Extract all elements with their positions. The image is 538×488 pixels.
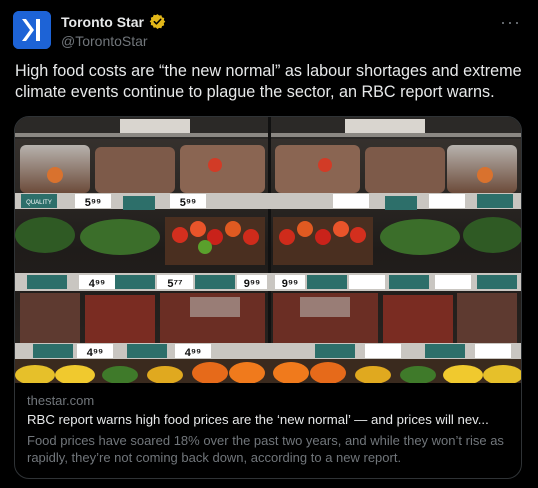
card-meta[interactable]: thestar.com RBC report warns high food p… [15, 383, 521, 478]
toronto-star-logo-icon [13, 11, 51, 49]
bottom-peppers [15, 359, 521, 383]
link-card[interactable]: QUALITY 5⁹⁹ 5⁹⁹ 4⁹⁹ 5⁷⁷ 9⁹⁹ 9⁹⁹ 4⁹⁹ 4⁹⁹ … [14, 116, 522, 479]
svg-text:4⁹⁹: 4⁹⁹ [89, 278, 106, 290]
card-domain: thestar.com [27, 393, 95, 408]
svg-text:4⁹⁹: 4⁹⁹ [87, 347, 104, 359]
svg-text:QUALITY: QUALITY [26, 200, 52, 206]
author-name[interactable]: Toronto Star [61, 14, 144, 30]
card-image[interactable]: QUALITY 5⁹⁹ 5⁹⁹ 4⁹⁹ 5⁷⁷ 9⁹⁹ 9⁹⁹ 4⁹⁹ 4⁹⁹ [15, 117, 521, 383]
card-description: Food prices have soared 18% over the pas… [27, 433, 504, 465]
svg-text:5⁷⁷: 5⁷⁷ [167, 278, 183, 290]
svg-text:5⁹⁹: 5⁹⁹ [85, 197, 102, 209]
card-title[interactable]: RBC report warns high food prices are th… [27, 412, 511, 427]
tweet: Toronto Star @TorontoStar ··· High food … [0, 0, 538, 488]
verified-badge-icon[interactable] [149, 13, 166, 30]
svg-text:5⁹⁹: 5⁹⁹ [180, 197, 197, 209]
author-row: Toronto Star [61, 13, 166, 30]
author-handle[interactable]: @TorontoStar [61, 33, 148, 49]
svg-text:9⁹⁹: 9⁹⁹ [244, 278, 261, 290]
more-options-icon[interactable]: ··· [500, 12, 521, 33]
svg-text:4⁹⁹: 4⁹⁹ [185, 347, 202, 359]
svg-text:9⁹⁹: 9⁹⁹ [282, 278, 299, 290]
tweet-text: High food costs are “the new normal” as … [15, 62, 522, 101]
avatar[interactable] [13, 11, 51, 49]
